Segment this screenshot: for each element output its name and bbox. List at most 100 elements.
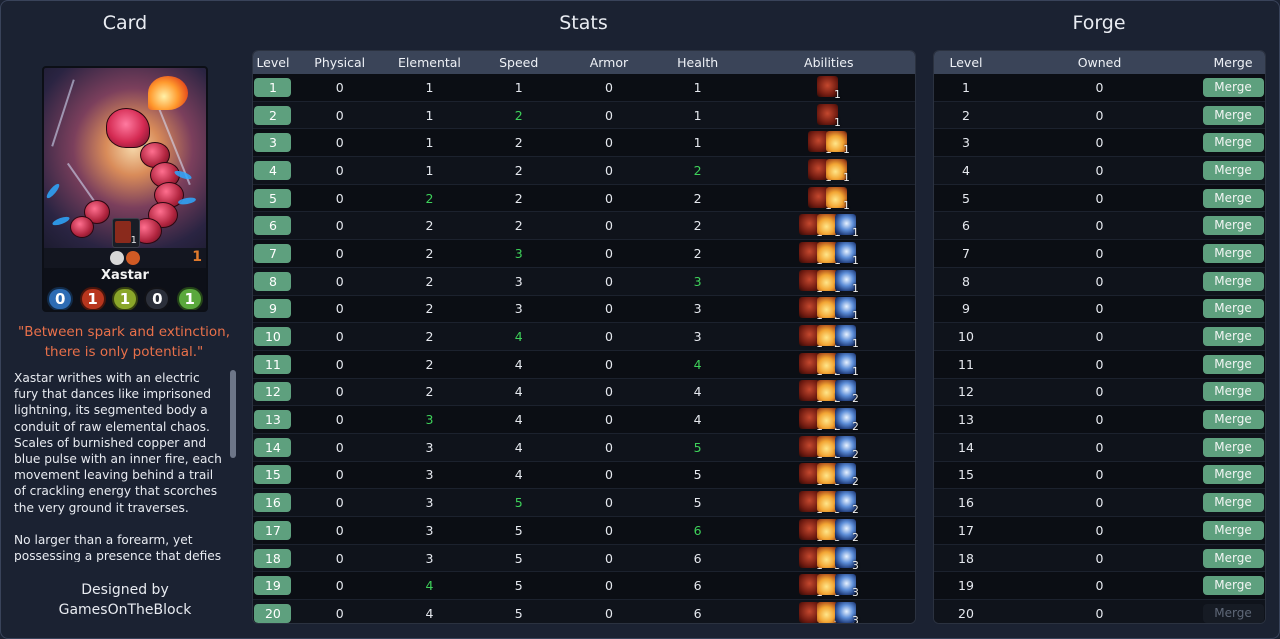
fire-ability-icon[interactable]: 1 [825,158,850,184]
level-button[interactable]: 6 [254,216,292,236]
fire-orb-icon [126,251,140,265]
claw-ability-icon[interactable]: 1 [816,75,841,101]
owned-cell: 0 [1095,578,1104,594]
merge-button[interactable]: Merge [1202,437,1264,457]
level-button[interactable]: 5 [254,188,292,208]
level-button[interactable]: 11 [254,354,292,374]
abilities-cell: 11 [743,158,915,184]
merge-button[interactable]: Merge [1202,548,1264,568]
creature-card[interactable]: 1 1 Xastar 0 1 1 0 1 [42,66,208,312]
merge-button[interactable]: Merge [1202,77,1264,97]
physical-cell: 0 [335,107,344,123]
merge-button[interactable]: Merge [1202,271,1264,291]
abilities-cell: 121 [743,325,915,350]
level-button[interactable]: 10 [254,327,292,347]
merge-button[interactable]: Merge [1202,354,1264,374]
speed-cell: 5 [514,495,523,511]
armor-cell: 0 [604,412,613,428]
level-button[interactable]: 16 [254,493,292,513]
level-button[interactable]: 13 [254,410,292,430]
ice-ability-icon[interactable]: 1 [834,352,859,378]
ice-ability-icon[interactable]: 1 [834,297,859,322]
level-button[interactable]: 20 [254,603,292,623]
card-element-bar: 1 [44,248,206,268]
level-button[interactable]: 17 [254,520,292,540]
level-button[interactable]: 15 [254,465,292,485]
speed-cell: 3 [514,301,523,317]
ability-count: 2 [852,421,859,434]
ice-ability-icon[interactable]: 3 [834,601,859,624]
card-description-scroll[interactable]: Xastar writhes with an electric fury tha… [14,370,236,562]
merge-cell: Merge [1201,493,1265,513]
forge-row: 11 0 Merge [934,351,1265,379]
physical-cell: 0 [335,190,344,206]
level-button[interactable]: 2 [254,105,292,125]
level-button[interactable]: 1 [254,77,292,97]
forge-row: 9 0 Merge [934,296,1265,324]
claw-ability-icon[interactable]: 1 [816,103,841,129]
merge-button[interactable]: Merge [1202,160,1264,180]
ability-count: 2 [852,476,859,489]
merge-cell: Merge [1201,271,1265,291]
merge-button[interactable]: Merge [1202,216,1264,236]
ice-ability-icon[interactable]: 2 [834,491,859,516]
description-paragraph: No larger than a forearm, yet possessing… [14,532,222,562]
health-cell: 3 [693,273,702,289]
elemental-cell: 3 [425,550,434,566]
forge-row: 8 0 Merge [934,267,1265,296]
merge-button[interactable]: Merge [1202,133,1264,153]
ability-count: 3 [852,559,859,572]
owned-cell: 0 [1095,412,1104,428]
ice-ability-icon[interactable]: 2 [834,380,859,405]
merge-button[interactable]: Merge [1202,105,1264,125]
level-button[interactable]: 18 [254,548,292,568]
merge-button[interactable]: Merge [1202,603,1264,623]
ability-count: 3 [852,587,859,600]
level-button[interactable]: 7 [254,243,292,263]
merge-button[interactable]: Merge [1202,188,1264,208]
stats-row: 10 0 2 4 0 3 121 [253,323,915,351]
merge-button[interactable]: Merge [1202,382,1264,402]
level-button[interactable]: 14 [254,437,292,457]
owned-cell: 0 [1095,301,1104,317]
ice-ability-icon[interactable]: 2 [834,463,859,489]
merge-button[interactable]: Merge [1202,243,1264,263]
ice-ability-icon[interactable]: 2 [834,518,859,544]
ice-ability-icon[interactable]: 1 [834,214,859,239]
ability-count: 1 [852,365,859,378]
ice-ability-icon[interactable]: 3 [834,546,859,572]
level-button[interactable]: 8 [254,271,292,291]
health-stat-orb: 1 [176,287,203,310]
level-button[interactable]: 3 [254,133,292,153]
elemental-cell: 4 [425,578,434,594]
ice-ability-icon[interactable]: 3 [834,574,859,600]
merge-button[interactable]: Merge [1202,327,1264,347]
armor-cell: 0 [604,107,613,123]
merge-button[interactable]: Merge [1202,520,1264,540]
ice-ability-icon[interactable]: 2 [834,408,859,434]
ability-count: 3 [852,614,859,624]
fire-ability-icon[interactable]: 1 [825,186,850,212]
ice-ability-icon[interactable]: 1 [834,269,859,295]
ice-ability-icon[interactable]: 1 [834,241,859,267]
owned-cell: 0 [1095,384,1104,400]
merge-button[interactable]: Merge [1202,410,1264,430]
ice-ability-icon[interactable]: 2 [834,435,859,461]
health-cell: 6 [693,578,702,594]
ice-ability-icon[interactable]: 1 [834,325,859,350]
description-scrollbar[interactable] [230,370,236,458]
fire-ability-icon[interactable]: 1 [825,131,850,156]
stats-table-body: 1011011201201130120111401202115022021160… [253,74,915,624]
level-button[interactable]: 9 [254,299,292,319]
merge-button[interactable]: Merge [1202,493,1264,513]
level-button[interactable]: 4 [254,160,292,180]
forge-level-cell: 15 [958,467,974,483]
level-button[interactable]: 12 [254,382,292,402]
level-button[interactable]: 19 [254,576,292,596]
merge-button[interactable]: Merge [1202,465,1264,485]
forge-row: 18 0 Merge [934,544,1265,573]
merge-button[interactable]: Merge [1202,299,1264,319]
ability-count: 1 [843,199,850,212]
armor-cell: 0 [604,190,613,206]
merge-button[interactable]: Merge [1202,576,1264,596]
